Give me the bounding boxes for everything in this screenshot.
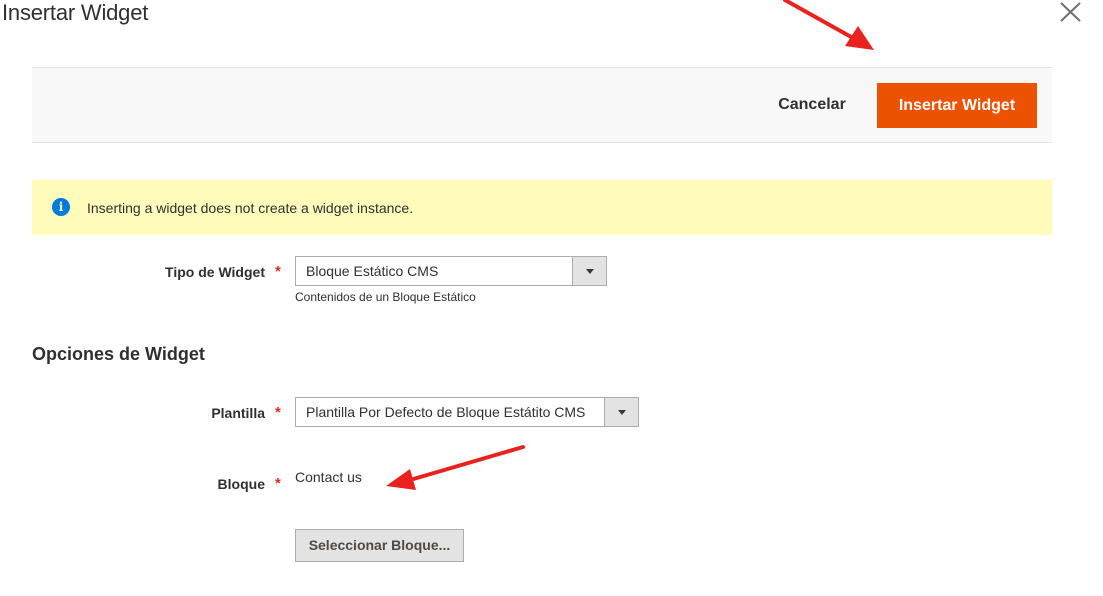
chevron-down-icon [572,257,606,285]
widget-type-label: Tipo de Widget [165,264,265,280]
chevron-down-icon [604,398,638,426]
required-asterisk: * [275,475,281,492]
template-select[interactable]: Plantilla Por Defecto de Bloque Estátito… [295,397,639,427]
insert-widget-modal: Insertar Widget Cancelar Insertar Widget… [0,0,1103,596]
modal-action-bar: Cancelar Insertar Widget [32,67,1052,143]
cancel-button[interactable]: Cancelar [777,83,847,127]
insert-widget-button[interactable]: Insertar Widget [877,83,1037,128]
widget-type-selected-value: Bloque Estático CMS [306,263,439,279]
annotation-arrow-icon [386,445,525,490]
required-asterisk: * [275,263,281,280]
select-block-button[interactable]: Seleccionar Bloque... [295,529,464,562]
widget-type-select[interactable]: Bloque Estático CMS [295,256,607,286]
annotation-arrow-icon [783,0,874,50]
template-selected-value: Plantilla Por Defecto de Bloque Estátito… [306,404,586,420]
template-label: Plantilla [211,405,265,421]
modal-title: Insertar Widget [2,0,149,25]
widget-type-note: Contenidos de un Bloque Estático [295,290,476,304]
block-label: Bloque [217,476,265,492]
info-notice: i Inserting a widget does not create a w… [32,180,1052,235]
notice-text: Inserting a widget does not create a wid… [87,200,414,216]
info-icon: i [52,198,70,216]
widget-options-title: Opciones de Widget [32,344,205,364]
block-value: Contact us [295,469,362,485]
close-icon[interactable] [1058,0,1084,24]
required-asterisk: * [275,404,281,421]
